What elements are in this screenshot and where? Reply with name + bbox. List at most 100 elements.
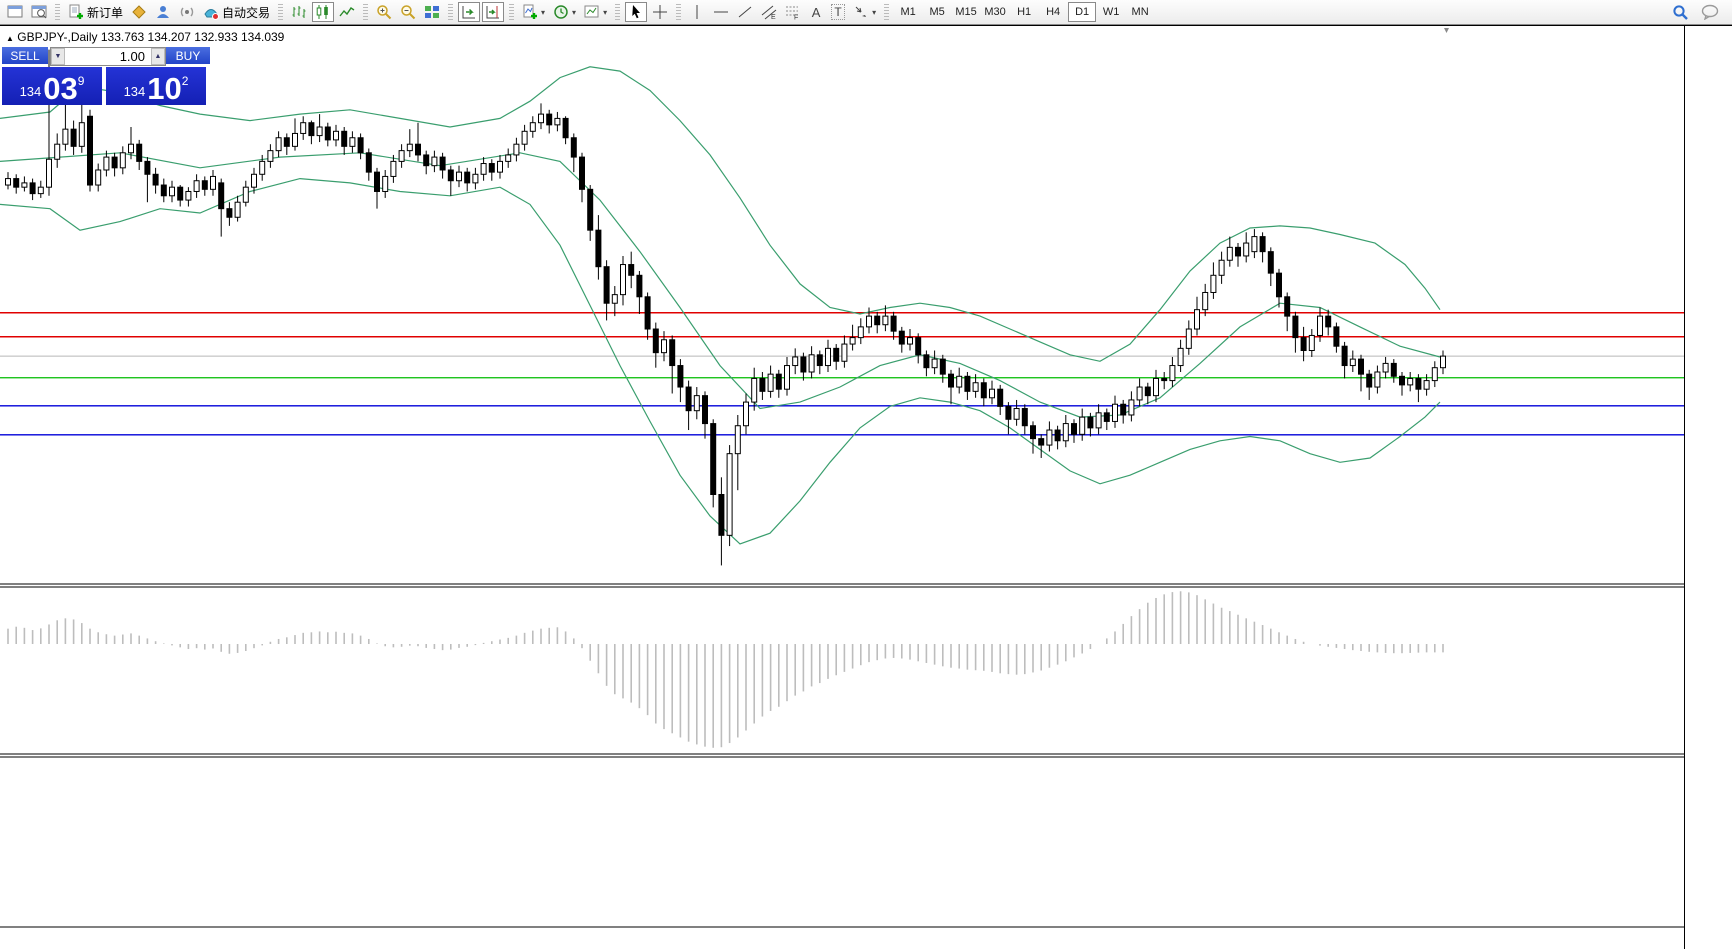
periods-icon[interactable]: ▾	[550, 2, 579, 22]
candle-body	[136, 143, 143, 162]
label-tool-button[interactable]: T	[828, 2, 848, 22]
candle-body	[620, 264, 626, 296]
line-chart-icon[interactable]	[336, 2, 358, 22]
horizontal-line-icon[interactable]	[710, 2, 732, 22]
market-watch-icon[interactable]	[152, 2, 174, 22]
timeframe-m5[interactable]: M5	[923, 2, 951, 22]
candle-body	[160, 184, 167, 197]
timeframe-m15[interactable]: M15	[952, 2, 980, 22]
candle-body	[1218, 259, 1225, 276]
candle-body	[907, 337, 913, 345]
candle-body	[1103, 412, 1110, 422]
sell-button[interactable]: SELL	[2, 47, 48, 64]
timeframe-mn[interactable]: MN	[1126, 2, 1154, 22]
candle-body	[1423, 380, 1430, 390]
chat-icon[interactable]	[1698, 2, 1722, 22]
candle-body	[570, 137, 577, 158]
cursor-icon[interactable]	[625, 2, 648, 22]
buy-button[interactable]: BUY	[166, 47, 210, 64]
date-axis[interactable]	[0, 929, 1684, 949]
timeframe-m30[interactable]: M30	[981, 2, 1009, 22]
sell-price[interactable]: 134 03 9	[2, 67, 102, 105]
candle-body	[997, 388, 1004, 407]
candle-body	[1399, 375, 1405, 386]
chart-area[interactable]: ▲ GBPJPY-,Daily 133.763 134.207 132.933 …	[0, 25, 1732, 949]
timeframe-h1[interactable]: H1	[1010, 2, 1038, 22]
candle-body	[1341, 345, 1348, 367]
candle-body	[365, 152, 372, 173]
zoom-out-icon[interactable]	[397, 2, 419, 22]
candle-body	[5, 178, 11, 186]
candle-body	[693, 395, 700, 412]
search-icon[interactable]	[1669, 2, 1692, 22]
trendline-icon[interactable]	[734, 2, 756, 22]
candlestick-icon[interactable]	[312, 2, 335, 22]
candle-body	[398, 150, 405, 162]
toolbar-grip	[615, 4, 621, 20]
candle-body	[775, 373, 782, 390]
timeframe-m1[interactable]: M1	[894, 2, 922, 22]
bollinger-lower-band	[0, 177, 1441, 545]
add-indicator-icon[interactable]: ▾	[519, 2, 548, 22]
candle-body	[538, 113, 544, 124]
candle-body	[283, 137, 290, 147]
candle-body	[341, 130, 348, 147]
channel-icon[interactable]: E	[758, 2, 780, 22]
buy-price[interactable]: 134 10 2	[106, 67, 206, 105]
price-axis[interactable]	[1684, 26, 1732, 949]
candle-body	[1284, 296, 1291, 317]
candle-body	[603, 266, 610, 304]
shapes-icon[interactable]: ▾	[850, 2, 879, 22]
tile-windows-icon[interactable]	[421, 2, 443, 22]
bar-chart-icon[interactable]	[288, 2, 310, 22]
zoom-in-icon[interactable]	[373, 2, 395, 22]
candle-body	[964, 375, 971, 392]
volume-value[interactable]: 1.00	[65, 49, 151, 64]
new-order-button[interactable]: 新订单	[65, 2, 126, 22]
vertical-line-icon[interactable]	[686, 2, 708, 22]
candle-body	[849, 337, 856, 345]
candle-body	[275, 137, 282, 152]
autotrade-label: 自动交易	[222, 5, 271, 20]
autotrade-button[interactable]: 自动交易	[200, 2, 273, 22]
candle-body	[644, 296, 651, 330]
candle-body	[1267, 251, 1274, 274]
templates-icon[interactable]: ▾	[581, 2, 610, 22]
candle-body	[349, 137, 356, 147]
toolbar-grip	[278, 4, 284, 20]
candle-body	[833, 347, 840, 362]
candle-body	[103, 156, 110, 171]
volume-stepper[interactable]: ▼ 1.00 ▲	[50, 47, 166, 66]
candle-body	[611, 294, 618, 304]
candle-body	[193, 180, 200, 192]
timeframe-d1[interactable]: D1	[1068, 2, 1097, 22]
candle-body	[1153, 377, 1159, 397]
candle-body	[677, 365, 684, 388]
volume-down-button[interactable]: ▼	[51, 48, 65, 65]
timeframe-w1[interactable]: W1	[1097, 2, 1125, 22]
candle-body	[980, 382, 987, 399]
metaeditor-icon[interactable]	[128, 2, 150, 22]
volume-up-button[interactable]: ▲	[151, 48, 165, 65]
chart-window-icon[interactable]	[4, 2, 26, 22]
signals-icon[interactable]	[176, 2, 198, 22]
candle-body	[1210, 274, 1217, 293]
crosshair-icon[interactable]	[649, 2, 671, 22]
candle-body	[1366, 373, 1373, 388]
auto-scroll-icon[interactable]	[458, 2, 481, 22]
candle-body	[989, 388, 995, 399]
dropdown-caret-icon: ▾	[541, 7, 546, 17]
fibonacci-icon[interactable]: F	[782, 2, 804, 22]
text-tool-button[interactable]: A	[806, 2, 826, 22]
candle-body	[1120, 403, 1127, 416]
buy-price-pip: 2	[181, 74, 189, 88]
candle-body	[210, 175, 216, 190]
chart-shift-icon[interactable]	[482, 2, 505, 22]
candle-body	[308, 122, 315, 137]
sell-price-pip: 9	[77, 74, 85, 88]
profile-window-icon[interactable]	[28, 2, 50, 22]
price-chart-canvas[interactable]	[0, 26, 1684, 949]
timeframe-h4[interactable]: H4	[1039, 2, 1067, 22]
candle-body	[357, 137, 364, 154]
candle-body	[464, 171, 471, 184]
